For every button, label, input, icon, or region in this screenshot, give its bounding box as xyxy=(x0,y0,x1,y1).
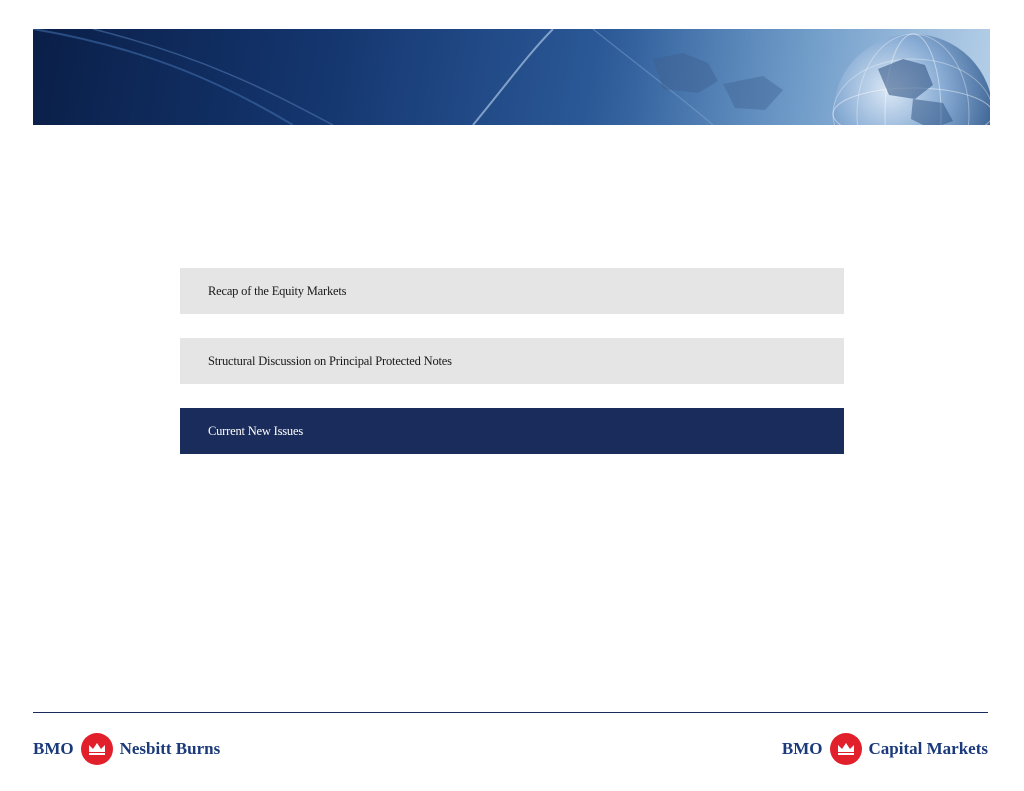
bmo-capital-markets-logo: BMO Capital Markets xyxy=(782,733,988,765)
bmo-roundel-icon xyxy=(829,733,862,765)
globe-world-map-banner xyxy=(33,29,990,125)
agenda-item-label: Structural Discussion on Principal Prote… xyxy=(208,353,452,368)
header-banner-globe xyxy=(33,29,990,125)
agenda-item-principal-protected-notes[interactable]: Structural Discussion on Principal Prote… xyxy=(180,338,844,384)
logo-division-text: Capital Markets xyxy=(868,739,988,758)
footer-divider xyxy=(33,712,988,713)
logo-brand-text: BMO xyxy=(33,739,74,758)
agenda-item-current-new-issues[interactable]: Current New Issues xyxy=(180,408,844,454)
logo-brand-text: BMO xyxy=(781,739,823,758)
bmo-roundel-icon xyxy=(80,733,113,765)
bmo-nesbitt-burns-logo: BMO Nesbitt Burns xyxy=(33,733,220,765)
logo-division-text: Nesbitt Burns xyxy=(119,739,221,758)
agenda-item-equity-markets[interactable]: Recap of the Equity Markets xyxy=(180,268,844,314)
agenda-item-label: Current New Issues xyxy=(208,423,303,438)
agenda-item-label: Recap of the Equity Markets xyxy=(208,283,347,298)
